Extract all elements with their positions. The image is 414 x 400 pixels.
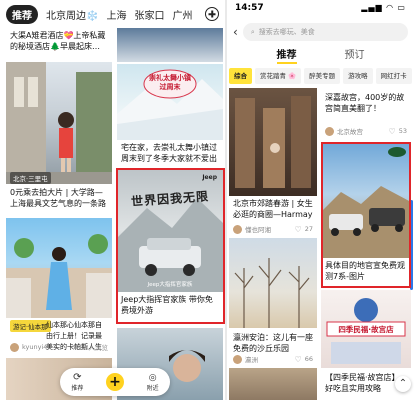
card-title: 宅在家，去崇礼太舞小镇过周末到了冬季大家就不爱出 (121, 143, 217, 163)
city-tab-bar: 推荐 北京周边❄️ 上海 张家口 广州 (0, 0, 225, 28)
land-rover-illustration (321, 147, 411, 258)
chip-spring-flowers[interactable]: 赏花踏青 🌸 (255, 68, 302, 84)
card-title: 瀛洲安泊：这儿有一座免费的沙丘乐园 (233, 333, 313, 353)
author-name: kyunyi4 (22, 343, 48, 351)
travelogue-tag: 游记·仙本那 (10, 320, 51, 332)
card-title: 0元乘去拍大片 | 大学路—上海最具文艺气息的一条路 (10, 188, 106, 208)
card-title: 大渠A雉君酒店💝上帝私藏的秘境酒店🌲早晨起床… (10, 31, 106, 51)
card-image: 四季民福·故宫店 (321, 290, 411, 368)
status-bar: 14:57 ▂▄▆ ◠ ▭ (227, 0, 414, 18)
like-count: 53 (398, 127, 407, 135)
post-button[interactable]: + (106, 373, 124, 391)
trees-photo-illustration (234, 258, 310, 328)
floating-action-bar: ⟳ 推荐 + ◎ 附近 (60, 368, 170, 396)
ad-card-land-rover[interactable]: 具体目的地官宣免费观测7系-图片 (321, 142, 411, 284)
chip-guides[interactable]: 游攻略 (343, 68, 373, 84)
nearby-button[interactable]: ◎ 附近 (147, 373, 159, 392)
recommend-label: 推荐 (71, 385, 84, 392)
location-icon: ◎ (148, 372, 157, 383)
beach-photo-illustration (6, 234, 112, 318)
search-icon: ⌕ (250, 27, 255, 36)
tab-booking[interactable]: 预订 (345, 46, 365, 64)
card-title: 北京市郊踏春游 | 女生必逛的商圈—Harmay (233, 199, 313, 219)
tab-guangzhou[interactable]: 广州 (172, 7, 192, 22)
author-avatar (10, 342, 19, 352)
scroll-to-top-button[interactable]: ⌃ (395, 376, 411, 392)
heart-icon[interactable]: ♡ (295, 355, 302, 364)
search-input[interactable]: ⌕ 搜索去哪玩、美食 (242, 23, 408, 41)
refresh-icon: ⟳ (73, 372, 82, 383)
back-arrow-icon[interactable]: ‹ (233, 25, 238, 39)
heart-icon[interactable]: ♡ (389, 127, 396, 136)
author-avatar (233, 224, 242, 234)
feed-card[interactable]: 崇礼太舞小镇过周末 宅在家，去崇礼太舞小镇过周末到了冬季大家就不爱出 (117, 64, 223, 164)
feed-card[interactable]: 北京市郊踏春游 | 女生必逛的商圈—Harmay 懂也阿湘 ♡ 27 (229, 88, 317, 234)
jeep-logo: Jeep (202, 174, 217, 181)
location-tag: 北京·三里屯 (10, 172, 51, 184)
snowflake-icon: ❄️ (86, 10, 99, 22)
card-meta: 北京故宫 ♡ 53 (325, 126, 407, 136)
chip-topics[interactable]: 醉美专题 (304, 68, 341, 84)
search-row: ‹ ⌕ 搜索去哪玩、美食 (233, 22, 408, 42)
ad-card-jeep[interactable]: 世界因我无限 Jeep Jeep大指挥官家族 Jeep大指挥官家族 带你免费境外… (117, 168, 223, 320)
card-meta: 懂也阿湘 ♡ 27 (233, 224, 313, 234)
card-image: 世界因我无限 Jeep Jeep大指挥官家族 (117, 168, 223, 292)
card-image (229, 238, 317, 328)
tab-recommend[interactable]: 推荐 (276, 46, 297, 64)
card-image: 崇礼太舞小镇过周末 (117, 64, 223, 140)
feed-card[interactable]: 游记·仙本那 仙本那心仙本那自由行上册！记录最美实的卡帕斯人生 kyunyi4 … (6, 218, 112, 353)
card-meta: 瀛洲 ♡ 66 (233, 354, 313, 364)
card-image (6, 62, 112, 184)
card-meta: kyunyi4 7533人浏览 (10, 342, 108, 352)
card-title: Jeep大指挥官家族 带你免费境外游 (121, 295, 213, 315)
category-chips: 综合 赏花踏青 🌸 醉美专题 游攻略 网红打卡 (227, 68, 414, 84)
poster-text: 崇礼太舞小镇过周末 (149, 74, 191, 91)
nearby-label: 附近 (146, 384, 159, 392)
content-tabs: 推荐 预订 (227, 46, 414, 64)
author-avatar (325, 126, 334, 136)
chip-all[interactable]: 综合 (229, 68, 252, 84)
like-count: 27 (304, 225, 313, 233)
card-title: 具体目的地官宣免费观测7系-图片 (325, 261, 405, 281)
chip-checkin[interactable]: 网红打卡 (375, 68, 412, 84)
heart-icon[interactable]: ♡ (295, 225, 302, 234)
tab-beijing-area[interactable]: 北京周边❄️ (46, 7, 98, 22)
scrollbar[interactable] (410, 200, 413, 290)
clock: 14:57 (235, 3, 264, 13)
tab-shanghai[interactable]: 上海 (106, 7, 126, 22)
feed-card[interactable]: 深嘉故宫，400岁的故宫简直美翻了！ 北京故宫 ♡ 53 (321, 88, 411, 136)
recommend-button[interactable]: ⟳ 推荐 (71, 372, 83, 392)
feed-card[interactable]: 北京·三里屯 0元乘去拍大片 | 大学路—上海最具文艺气息的一条路 (6, 62, 112, 214)
card-image (229, 368, 317, 400)
card-image (117, 28, 223, 62)
right-feed-panel: 14:57 ▂▄▆ ◠ ▭ ‹ ⌕ 搜索去哪玩、美食 推荐 预订 综合 赏花踏青… (227, 0, 414, 400)
search-placeholder: 搜索去哪玩、美食 (258, 28, 315, 36)
card-image (229, 88, 317, 196)
street-photo-illustration (6, 62, 112, 184)
feed-card[interactable]: 大渠A雉君酒店💝上帝私藏的秘境酒店🌲早晨起床… (6, 30, 112, 60)
left-feed-panel: 推荐 北京周边❄️ 上海 张家口 广州 大渠A雉君酒店💝上帝私藏的秘境酒店🌲早晨… (0, 0, 225, 400)
tab-beijing-area-label: 北京周边 (46, 10, 86, 22)
feed-card[interactable]: 瀛洲安泊：这儿有一座免费的沙丘乐园 瀛洲 ♡ 66 (229, 238, 317, 364)
status-icons: ▂▄▆ ◠ ▭ (361, 3, 406, 12)
card-image (6, 218, 112, 318)
feed-card[interactable] (117, 28, 223, 62)
feed-card[interactable] (229, 368, 317, 400)
card-image (321, 142, 411, 258)
add-city-icon[interactable] (205, 7, 219, 21)
like-count: 66 (304, 355, 313, 363)
author-name: 瀛洲 (245, 356, 258, 364)
poster-caption: Jeep大指挥官家族 (147, 282, 193, 288)
card-title: 深嘉故宫，400岁的故宫简直美翻了！ (325, 93, 405, 113)
views-count: 7533人浏览 (71, 344, 108, 352)
poster-text: 四季民福·故宫店 (338, 325, 394, 334)
author-avatar (233, 354, 242, 364)
author-name: 北京故宫 (337, 128, 363, 136)
tab-zhangjiakou[interactable]: 张家口 (134, 7, 164, 22)
tab-recommend[interactable]: 推荐 (6, 4, 38, 24)
author-name: 懂也阿湘 (245, 226, 271, 234)
mall-photo-illustration (235, 96, 311, 188)
